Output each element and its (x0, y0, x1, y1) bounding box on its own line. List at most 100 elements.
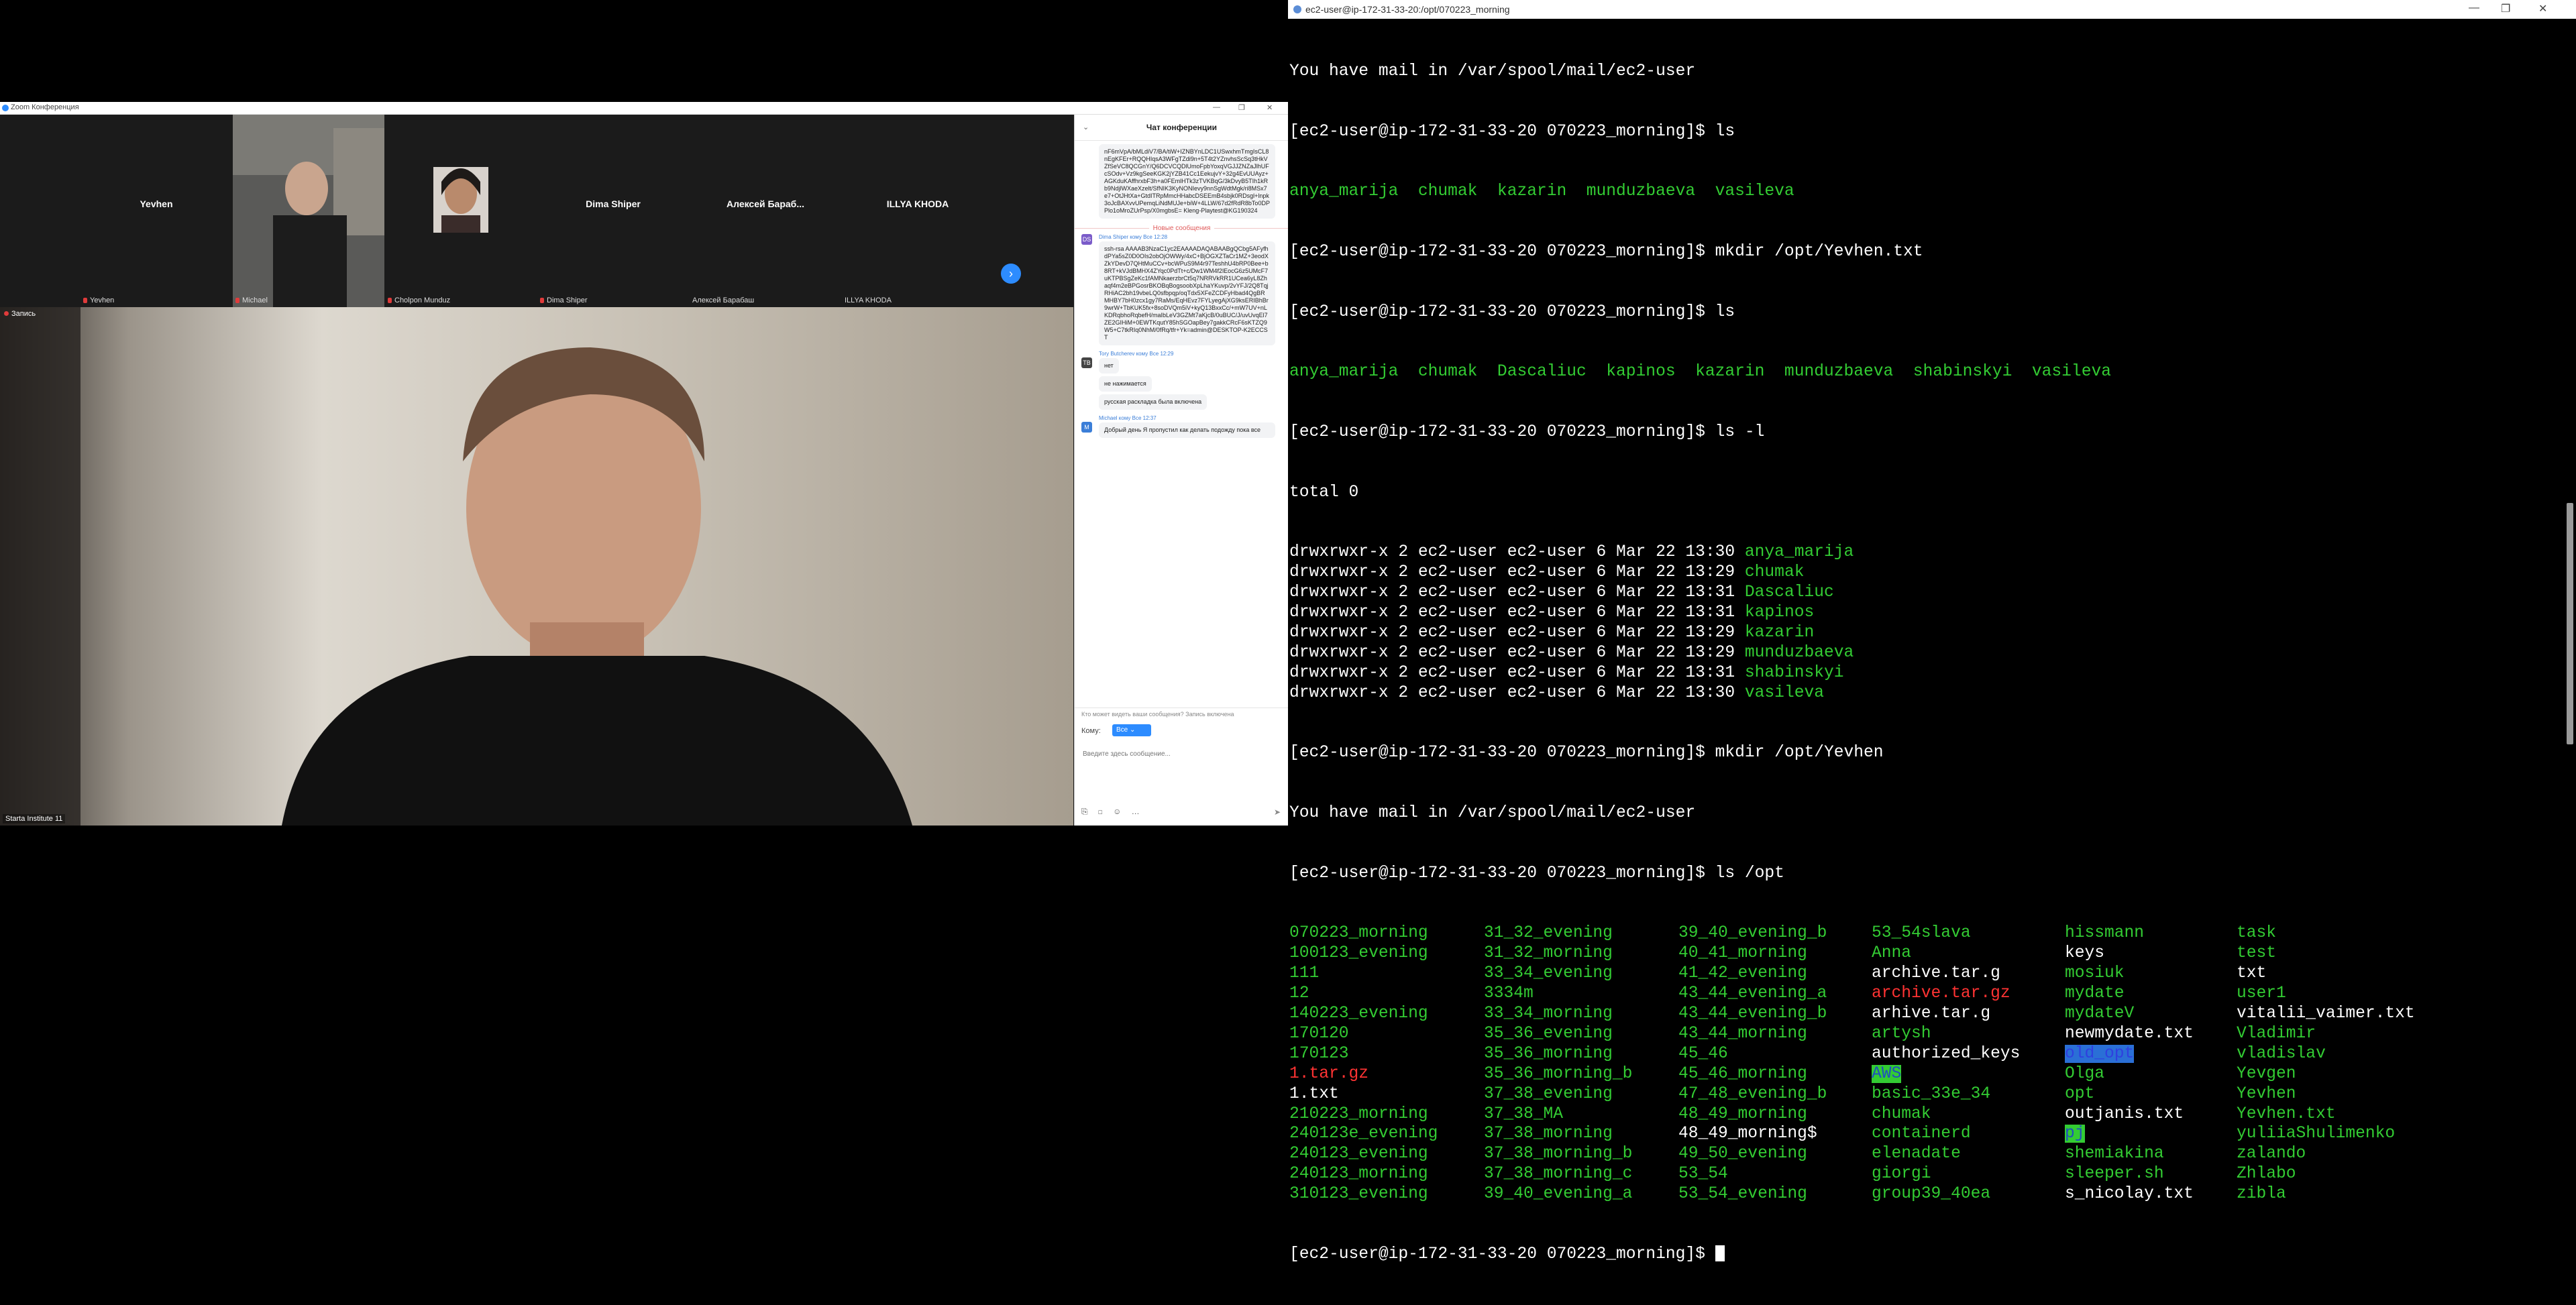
ls-entry: Zhlabo (2237, 1165, 2296, 1184)
ls-entry: 43_44_morning (1678, 1024, 1807, 1043)
ls-column: 31_32_evening 31_32_morning 33_34_evening 3… (1484, 923, 1632, 1204)
ls-entry: 37_38_morning (1484, 1125, 1613, 1143)
ls-entry: task (2237, 924, 2277, 943)
close-icon[interactable]: ✕ (1267, 103, 1273, 112)
ls-entry: artysh (1872, 1024, 1931, 1043)
ls-entry: authorized_keys (1872, 1044, 2021, 1063)
ls-entry: yuliiaShulimenko (2237, 1125, 2396, 1143)
terminal-line: total 0 (1289, 483, 1359, 502)
ls-entry: 43_44_evening_a (1678, 984, 1827, 1003)
participant-video (233, 115, 384, 307)
ls-entry: mydate (2065, 984, 2125, 1003)
terminal-window: ec2-user@ip-172-31-33-20:/opt/070223_mor… (1288, 0, 2576, 1263)
ls-entry: 48_49_morning$ (1678, 1125, 1817, 1143)
participant-tile[interactable]: Cholpon Munduz (385, 115, 537, 307)
ls-entry: 170123 (1289, 1044, 1349, 1063)
ls-entry: zalando (2237, 1145, 2306, 1164)
participant-tile[interactable]: Dima Shiper Dima Shiper (537, 115, 689, 307)
ls-entry: 1.txt (1289, 1084, 1339, 1103)
speaker-name-label: Starta Institute 11 (3, 814, 66, 824)
ls-entry: test (2237, 944, 2277, 963)
terminal-line: You have mail in /var/spool/mail/ec2-use… (1289, 804, 1696, 823)
participant-label: Алексей Барабаш (692, 296, 755, 304)
ls-entry: hissmann (2065, 924, 2145, 943)
participant-label: Michael (235, 296, 268, 304)
terminal-titlebar: ec2-user@ip-172-31-33-20:/opt/070223_mor… (1288, 0, 2576, 19)
ls-entry: 3334m (1484, 984, 1534, 1003)
ls-column: hissmann keys mosiuk mydate mydateV newmydate… (2065, 923, 2194, 1204)
speaker-video-frame (0, 307, 1073, 826)
participant-label: Yevhen (83, 296, 114, 304)
chat-message: M Michael кому Все 12:37 Добрый день Я п… (1075, 415, 1288, 438)
ls-entry: 1.tar.gz (1289, 1064, 1369, 1083)
terminal-output[interactable]: You have mail in /var/spool/mail/ec2-use… (1289, 21, 2551, 1305)
ls-entry: vladislav (2237, 1044, 2326, 1063)
chat-composer: Кто может видеть ваши сообщения? Запись … (1075, 707, 1288, 826)
ls-entry: vitalii_vaimer.txt (2237, 1005, 2415, 1023)
chat-message-bubble: ssh-rsa AAAAB3NzaC1yc2EAAAADAQABAABgQCbg… (1099, 241, 1275, 345)
next-page-button[interactable]: › (1001, 264, 1021, 284)
ls-entry: old_opt (2065, 1044, 2135, 1063)
chat-message-bubble: Добрый день Я пропустил как делать подож… (1099, 422, 1275, 438)
participant-tile[interactable]: ILLYA KHODA ILLYA KHODA (842, 115, 994, 307)
chat-message-bubble: русская раскладка была включена (1099, 394, 1208, 410)
ls-entry: 31_32_evening (1484, 924, 1613, 943)
ls-entry: containerd (1872, 1125, 1971, 1143)
chat-message-input[interactable] (1081, 747, 1279, 760)
ls-entry: 53_54 (1678, 1165, 1728, 1184)
terminal-line: [ec2-user@ip-172-31-33-20 070223_morning… (1289, 302, 1735, 321)
terminal-line: [ec2-user@ip-172-31-33-20 070223_morning… (1289, 423, 1765, 442)
close-icon[interactable]: ✕ (2538, 2, 2547, 15)
participant-tile[interactable]: Алексей Бараб... Алексей Барабаш (690, 115, 841, 307)
ls-entry: 40_41_morning (1678, 944, 1807, 963)
maximize-icon[interactable]: ❐ (1238, 103, 1245, 112)
ls-entry: keys (2065, 944, 2105, 963)
maximize-icon[interactable]: ❐ (2501, 2, 2510, 15)
ls-l-row: drwxrwxr-x 2 ec2-user ec2-user 6 Mar 22 … (1289, 663, 1844, 682)
active-speaker-video: Запись Starta Institute 11 (0, 307, 1073, 826)
ls-entry: 240123_evening (1289, 1145, 1428, 1164)
chat-message: TB Tory Butcherev кому Все 12:29 нет не … (1075, 351, 1288, 410)
participant-label: Dima Shiper (540, 296, 588, 304)
ls-entry: 39_40_evening_a (1484, 1185, 1633, 1204)
ls-entry: 35_36_morning (1484, 1044, 1613, 1063)
ls-column: 070223_morning 100123_evening 111 12 140223_… (1289, 923, 1438, 1204)
ls-entry: 39_40_evening_b (1678, 924, 1827, 943)
send-icon[interactable]: ➤ (1274, 807, 1281, 817)
ls-entry: elenadate (1872, 1145, 1961, 1164)
terminal-line: [ec2-user@ip-172-31-33-20 070223_morning… (1289, 744, 1884, 762)
ls-entry: 37_38_morning_c (1484, 1165, 1633, 1184)
recipient-select[interactable]: Все ⌄ (1112, 724, 1151, 736)
ls-entry: Yevhen (2237, 1084, 2296, 1103)
minimize-icon[interactable]: — (2469, 2, 2479, 14)
chat-message-list[interactable]: nF6mVpA/bMLdiV7/BA/tiW+IZNBYnLDC1USwxhmT… (1075, 140, 1288, 710)
zoom-logo-icon (2, 105, 9, 111)
ls-entry: 111 (1289, 964, 1320, 983)
terminal-line: anya_marija chumak Dascaliuc kapinos kaz… (1289, 363, 2111, 382)
chat-message-bubble: нет (1099, 358, 1119, 374)
recording-indicator: Запись (4, 310, 36, 318)
ls-entry: group39_40ea (1872, 1185, 1991, 1204)
participant-tile[interactable]: Yevhen Yevhen (80, 115, 232, 307)
ls-entry: sleeper.sh (2065, 1165, 2164, 1184)
minimize-icon[interactable]: — (1213, 103, 1220, 111)
chat-panel: ⌄ Чат конференции nF6mVpA/bMLdiV7/BA/tiW… (1074, 115, 1288, 826)
ls-l-row: drwxrwxr-x 2 ec2-user ec2-user 6 Mar 22 … (1289, 543, 1854, 562)
ls-l-row: drwxrwxr-x 2 ec2-user ec2-user 6 Mar 22 … (1289, 563, 1805, 582)
chat-toolbar-icons[interactable]: ⎘ ◻ ☺ … (1081, 807, 1144, 817)
chat-message-bubble: nF6mVpA/bMLdiV7/BA/tiW+IZNBYnLDC1USwxhmT… (1099, 144, 1275, 219)
terminal-scrollbar[interactable] (2564, 20, 2576, 826)
terminal-app-icon (1293, 5, 1301, 13)
ls-entry: 43_44_evening_b (1678, 1005, 1827, 1023)
participant-tile[interactable]: Michael (233, 115, 384, 307)
ls-entry: Yevgen (2237, 1064, 2296, 1083)
scrollbar-thumb[interactable] (2567, 503, 2573, 744)
ls-column: task test txt user1 vitalii_vaimer.txt Vladim… (2237, 923, 2415, 1204)
ls-column: 39_40_evening_b 40_41_morning 41_42_evenin… (1678, 923, 1827, 1204)
ls-entry: mydateV (2065, 1005, 2135, 1023)
ls-entry: basic_33e_34 (1872, 1084, 1991, 1103)
ls-entry: 37_38_evening (1484, 1084, 1613, 1103)
participant-name: Yevhen (140, 198, 173, 209)
message-author: Michael кому Все 12:37 (1099, 415, 1157, 421)
ls-l-row: drwxrwxr-x 2 ec2-user ec2-user 6 Mar 22 … (1289, 624, 1815, 642)
